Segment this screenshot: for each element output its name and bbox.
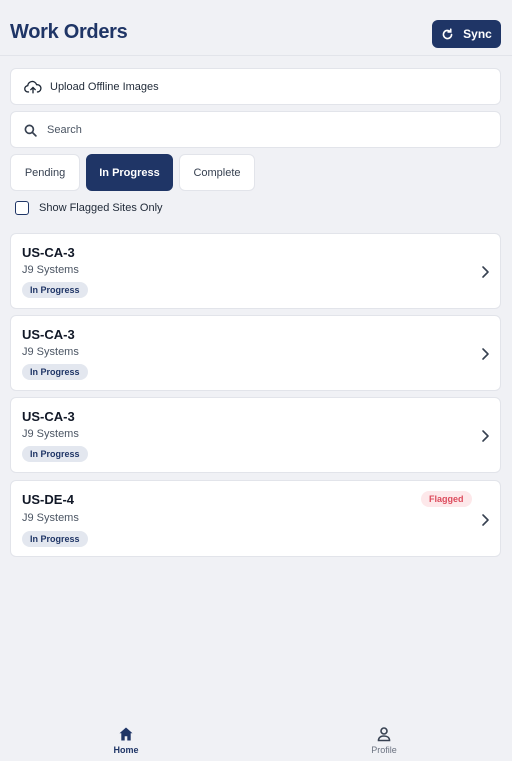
work-order-site: US-CA-3: [22, 409, 75, 424]
upload-label: Upload Offline Images: [50, 81, 159, 93]
search-box: [10, 111, 501, 148]
work-order-site: US-CA-3: [22, 327, 75, 342]
work-order-company: J9 Systems: [22, 346, 79, 358]
work-order-company: J9 Systems: [22, 512, 79, 524]
nav-home-label: Home: [113, 745, 139, 755]
work-order-company: J9 Systems: [22, 264, 79, 276]
work-order-card[interactable]: US-CA-3 J9 Systems In Progress: [10, 315, 501, 391]
status-badge: In Progress: [22, 531, 88, 547]
chevron-right-icon: [482, 348, 489, 360]
work-order-company: J9 Systems: [22, 428, 79, 440]
sync-label: Sync: [463, 27, 492, 41]
chevron-right-icon: [482, 266, 489, 278]
tab-complete[interactable]: Complete: [179, 154, 255, 191]
nav-home[interactable]: Home: [86, 726, 166, 755]
tab-in-progress[interactable]: In Progress: [86, 154, 173, 191]
chevron-right-icon: [482, 430, 489, 442]
flagged-filter: Show Flagged Sites Only: [15, 201, 163, 215]
upload-offline-images-button[interactable]: Upload Offline Images: [10, 68, 501, 105]
page-title: Work Orders: [10, 21, 128, 43]
work-order-card[interactable]: US-CA-3 J9 Systems In Progress: [10, 397, 501, 473]
flagged-badge: Flagged: [421, 491, 472, 507]
search-input[interactable]: [47, 120, 487, 140]
work-order-site: US-CA-3: [22, 245, 75, 260]
home-icon: [119, 727, 133, 741]
bottom-nav: Home Profile: [0, 718, 512, 761]
status-badge: In Progress: [22, 282, 88, 298]
search-icon: [24, 124, 37, 137]
work-order-card[interactable]: US-CA-3 J9 Systems In Progress: [10, 233, 501, 309]
nav-profile-label: Profile: [371, 745, 397, 755]
status-badge: In Progress: [22, 364, 88, 380]
tab-pending[interactable]: Pending: [10, 154, 80, 191]
flagged-only-checkbox[interactable]: [15, 201, 29, 215]
app-header: Work Orders Sync: [0, 0, 512, 56]
work-order-site: US-DE-4: [22, 492, 75, 507]
flagged-filter-label: Show Flagged Sites Only: [39, 202, 163, 214]
cloud-upload-icon: [24, 80, 42, 94]
user-icon: [377, 727, 391, 742]
nav-profile[interactable]: Profile: [344, 726, 424, 755]
chevron-right-icon: [482, 514, 489, 526]
work-order-card[interactable]: US-DE-4 Flagged J9 Systems In Progress: [10, 480, 501, 557]
sync-icon: [442, 27, 453, 39]
sync-button[interactable]: Sync: [432, 20, 501, 48]
status-badge: In Progress: [22, 446, 88, 462]
